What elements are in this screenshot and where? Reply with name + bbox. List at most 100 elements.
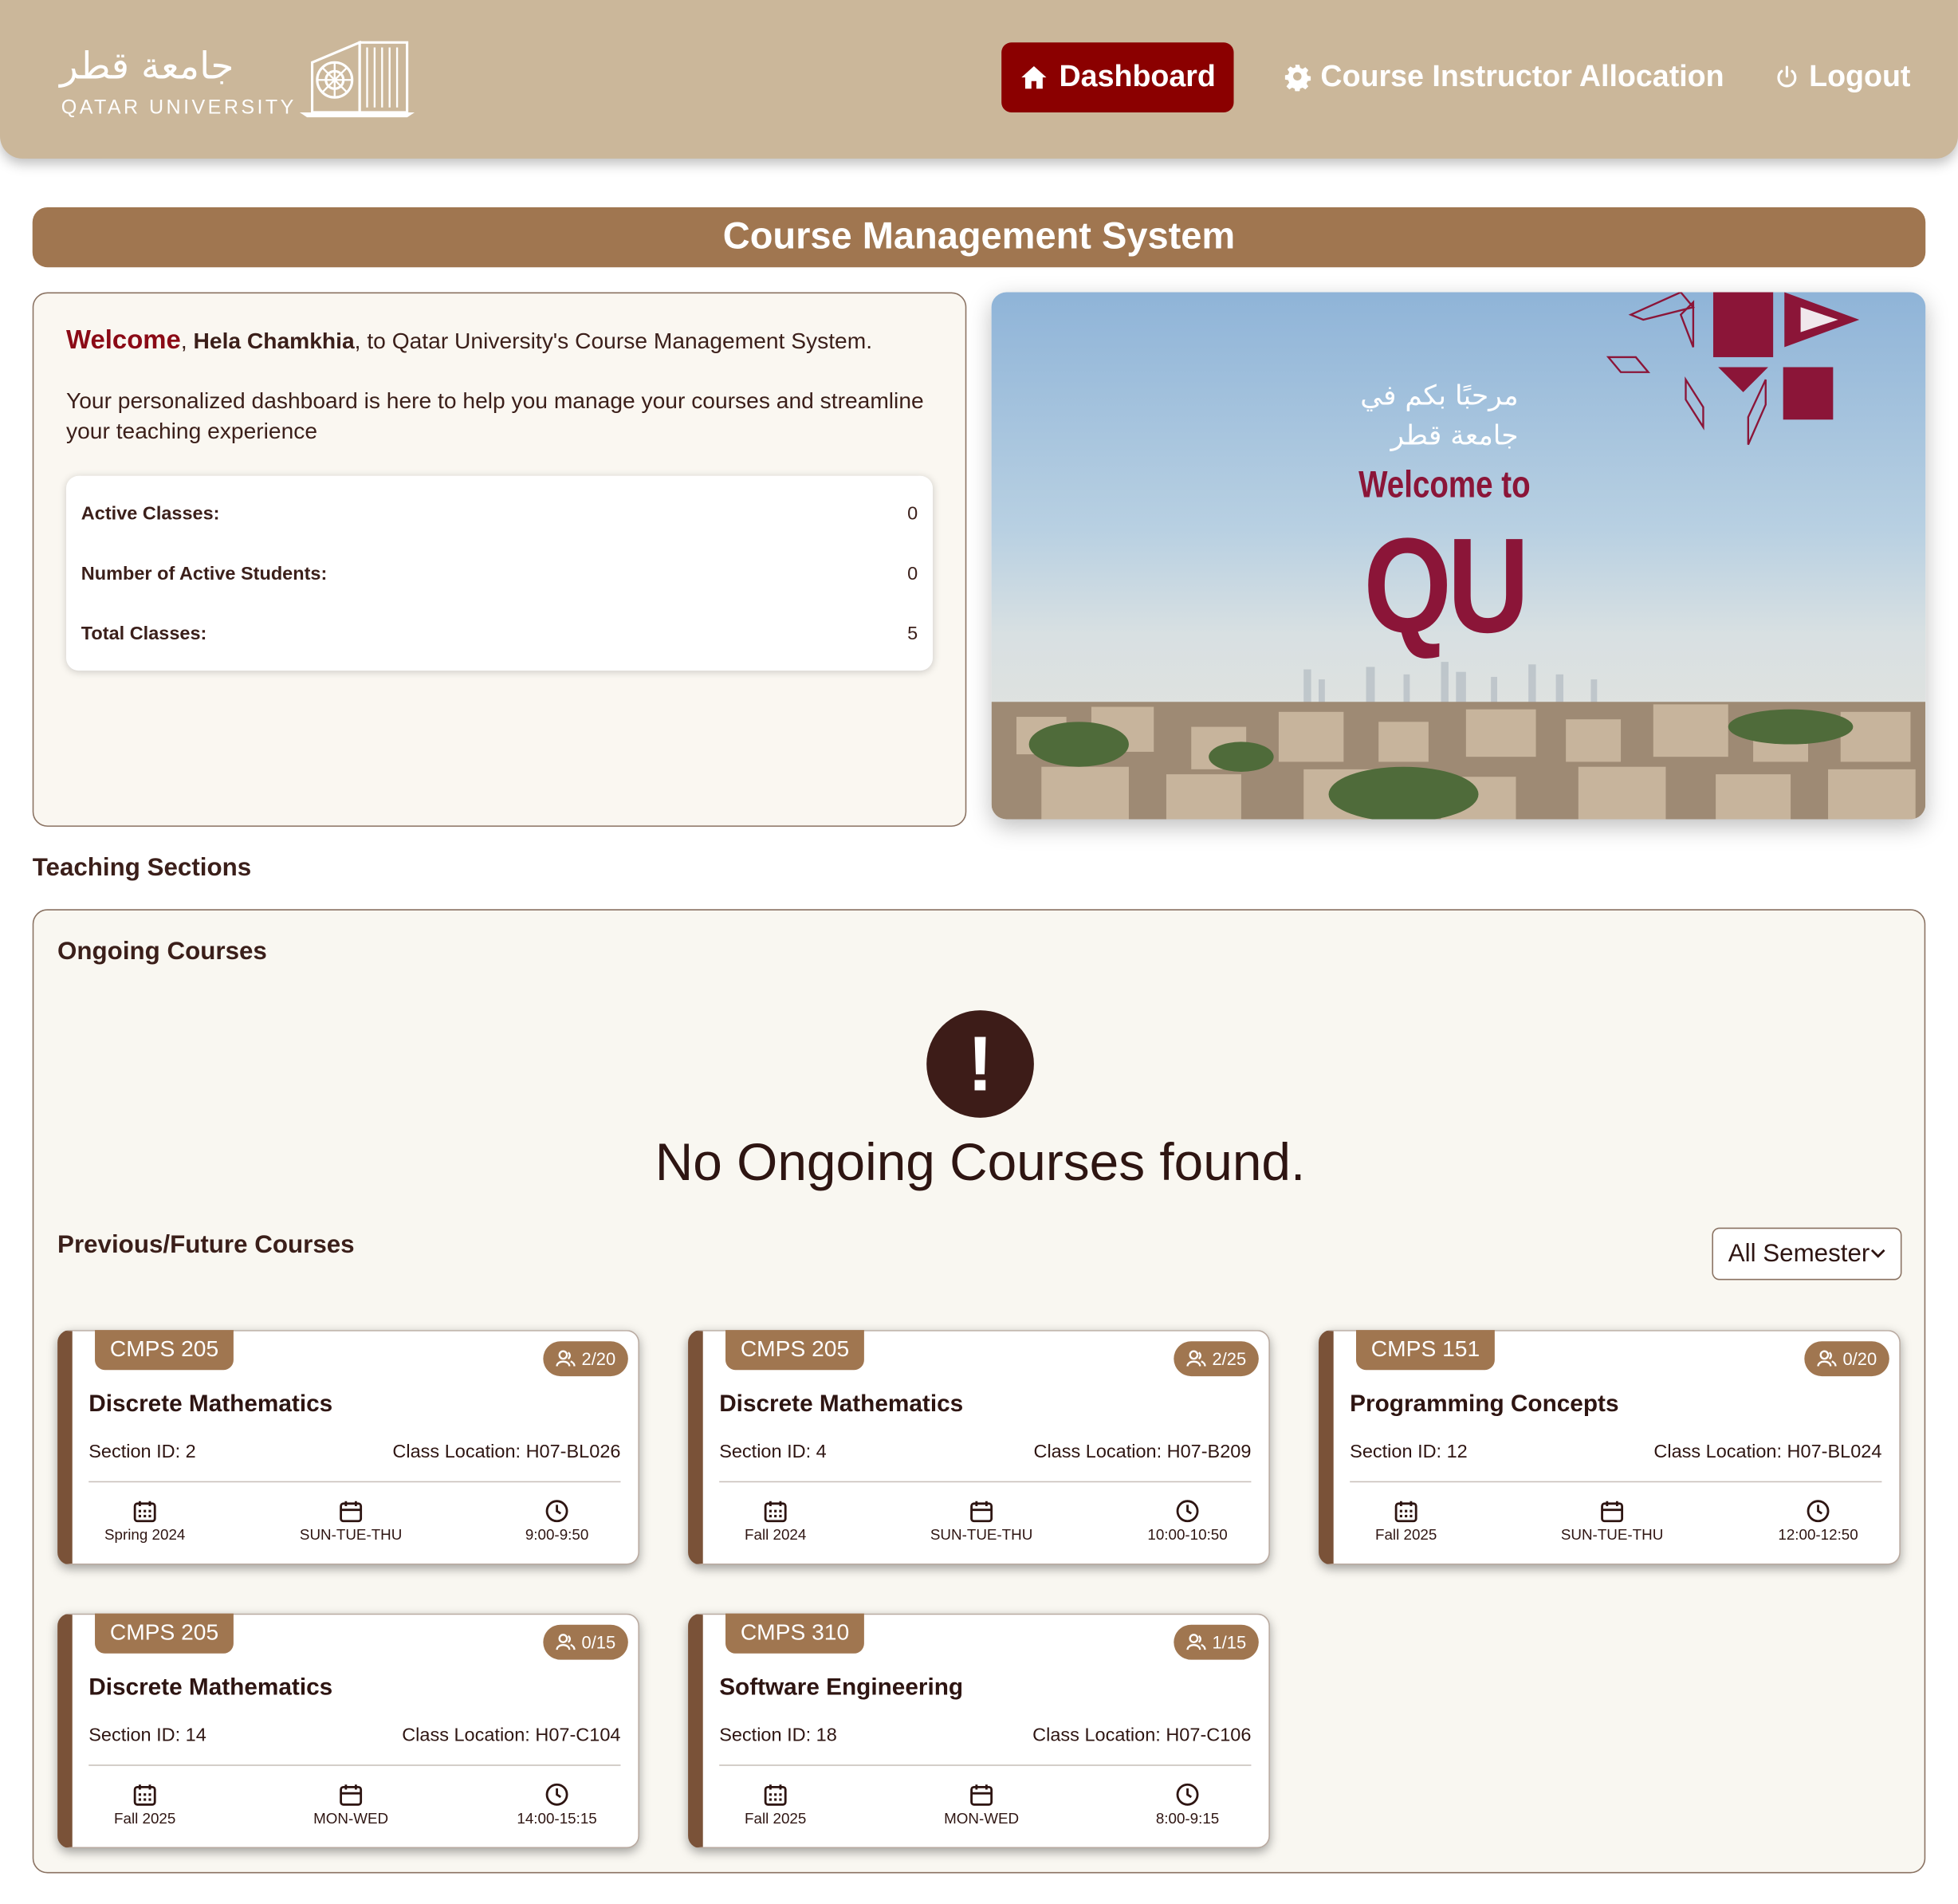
nav-logout-link[interactable]: Logout: [1774, 60, 1910, 95]
welcome-word: Welcome: [66, 325, 181, 355]
time-info: 10:00-10:50: [1119, 1499, 1256, 1544]
teaching-sections-title: Teaching Sections: [32, 854, 252, 882]
enrollment-count-badge: 2/25: [1173, 1341, 1259, 1377]
qu-geometric-logo-icon: [1606, 292, 1860, 446]
days-info: SUN-TUE-THU: [913, 1499, 1050, 1544]
stats-box: Active Classes: 0 Number of Active Stude…: [66, 475, 934, 671]
nav-course-instructor-allocation-link[interactable]: Course Instructor Allocation: [1283, 60, 1724, 95]
course-card[interactable]: CMPS 205 0/15 Discrete Mathematics Secti…: [57, 1613, 639, 1849]
stat-label: Number of Active Students:: [81, 562, 328, 584]
semester-text: Fall 2025: [745, 1809, 807, 1827]
stat-value: 0: [907, 562, 918, 584]
gear-icon: [1284, 65, 1311, 92]
enrollment-count-badge: 1/15: [1173, 1624, 1259, 1660]
course-name: Discrete Mathematics: [88, 1674, 333, 1701]
course-card[interactable]: CMPS 151 0/20 Programming Concepts Secti…: [1319, 1330, 1901, 1565]
nav-dashboard-label: Dashboard: [1059, 60, 1216, 94]
semester-info: Fall 2025: [707, 1782, 844, 1827]
card-divider: [1350, 1481, 1882, 1483]
semester-text: Fall 2025: [114, 1809, 176, 1827]
days-info: MON-WED: [282, 1782, 419, 1827]
days-info: SUN-TUE-THU: [1543, 1499, 1681, 1544]
ongoing-courses-title: Ongoing Courses: [57, 938, 267, 966]
semester-filter-select[interactable]: All Semester: [1712, 1227, 1902, 1280]
enrollment-count: 0/15: [581, 1632, 616, 1653]
enrollment-count: 2/25: [1212, 1348, 1247, 1369]
page-title: Course Management System: [32, 207, 1926, 268]
qatar-university-logo[interactable]: جامعة قطر QATAR UNIVERSITY: [60, 37, 422, 125]
welcome-message: Welcome, Hela Chamkhia, to Qatar Univers…: [66, 325, 873, 355]
class-location: Class Location: H07-C104: [402, 1725, 621, 1746]
days-text: SUN-TUE-THU: [930, 1526, 1033, 1544]
banner-arabic-line-1: مرحبًا بكم في: [1360, 380, 1519, 412]
course-card[interactable]: CMPS 205 2/25 Discrete Mathematics Secti…: [688, 1330, 1270, 1565]
semester-text: Fall 2024: [745, 1526, 807, 1544]
stat-value: 5: [907, 622, 918, 644]
welcome-panel: Welcome, Hela Chamkhia, to Qatar Univers…: [32, 292, 967, 827]
banner-welcome-to: Welcome to: [1358, 464, 1531, 506]
users-icon: [556, 1350, 576, 1367]
clock-icon: [1176, 1783, 1199, 1806]
no-ongoing-courses-message: No Ongoing Courses found.: [655, 1132, 1306, 1192]
time-text: 8:00-9:15: [1155, 1809, 1220, 1827]
main-navigation: Dashboard Course Instructor Allocation L…: [1001, 42, 1910, 112]
enrollment-count: 2/20: [581, 1348, 616, 1369]
nav-dashboard-button[interactable]: Dashboard: [1001, 42, 1233, 112]
card-divider: [88, 1481, 621, 1483]
class-location: Class Location: H07-B209: [1033, 1441, 1252, 1463]
time-text: 9:00-9:50: [525, 1526, 589, 1544]
clock-icon: [545, 1783, 568, 1806]
clock-icon: [1176, 1500, 1199, 1523]
clock-icon: [545, 1500, 568, 1523]
semester-info: Spring 2024: [77, 1499, 214, 1544]
calendar-grid-icon: [133, 1784, 156, 1806]
time-info: 8:00-9:15: [1119, 1782, 1256, 1827]
days-text: SUN-TUE-THU: [1560, 1526, 1664, 1544]
semester-info: Fall 2024: [707, 1499, 844, 1544]
course-name: Programming Concepts: [1350, 1391, 1619, 1418]
class-location: Class Location: H07-C106: [1032, 1725, 1252, 1746]
time-text: 12:00-12:50: [1778, 1526, 1858, 1544]
previous-future-courses-title: Previous/Future Courses: [57, 1231, 355, 1259]
semester-text: Spring 2024: [104, 1526, 186, 1544]
stat-value: 0: [907, 502, 918, 525]
course-name: Discrete Mathematics: [88, 1391, 333, 1418]
calendar-grid-icon: [133, 1501, 156, 1523]
top-header: جامعة قطر QATAR UNIVERSITY Dashboard Cou…: [0, 0, 1958, 159]
courses-panel: Ongoing Courses ! No Ongoing Courses fou…: [32, 909, 1926, 1874]
enrollment-count: 0/20: [1842, 1348, 1877, 1369]
card-divider: [719, 1481, 1252, 1483]
section-id: Section ID: 2: [88, 1441, 196, 1463]
logo-english-text: QATAR UNIVERSITY: [61, 97, 297, 119]
course-code-badge: CMPS 205: [95, 1613, 234, 1654]
card-divider: [719, 1764, 1252, 1766]
course-code-badge: CMPS 205: [95, 1330, 234, 1371]
course-card[interactable]: CMPS 205 2/20 Discrete Mathematics Secti…: [57, 1330, 639, 1565]
days-text: MON-WED: [944, 1809, 1020, 1827]
calendar-grid-icon: [1394, 1501, 1417, 1523]
banner-arabic-text: مرحبًا بكم في جامعة قطر: [1354, 377, 1519, 457]
card-divider: [88, 1764, 621, 1766]
semester-info: Fall 2025: [77, 1782, 214, 1827]
nav-course-instructor-allocation-label: Course Instructor Allocation: [1320, 60, 1724, 94]
section-id: Section ID: 18: [719, 1725, 837, 1746]
power-icon: [1776, 65, 1796, 88]
stat-active-students: Number of Active Students: 0: [81, 543, 918, 603]
users-icon: [1185, 1634, 1206, 1650]
exclamation-icon: !: [926, 1010, 1034, 1118]
semester-info: Fall 2025: [1338, 1499, 1475, 1544]
class-location: Class Location: H07-BL024: [1653, 1441, 1882, 1463]
user-name: Hela Chamkhia: [193, 328, 355, 354]
enrollment-count-badge: 2/20: [542, 1341, 628, 1377]
welcome-banner-image: مرحبًا بكم في جامعة قطر Welcome to QU: [991, 292, 1926, 820]
course-code-badge: CMPS 151: [1356, 1330, 1495, 1371]
stat-total-classes: Total Classes: 5: [81, 604, 918, 663]
campus-skyline-illustration: [991, 662, 1926, 820]
time-text: 10:00-10:50: [1147, 1526, 1228, 1544]
course-card[interactable]: CMPS 310 1/15 Software Engineering Secti…: [688, 1613, 1270, 1849]
calendar-grid-icon: [764, 1501, 787, 1523]
stat-label: Total Classes:: [81, 622, 207, 644]
enrollment-count-badge: 0/15: [542, 1624, 628, 1660]
time-info: 14:00-15:15: [488, 1782, 625, 1827]
home-icon: [1021, 66, 1047, 89]
